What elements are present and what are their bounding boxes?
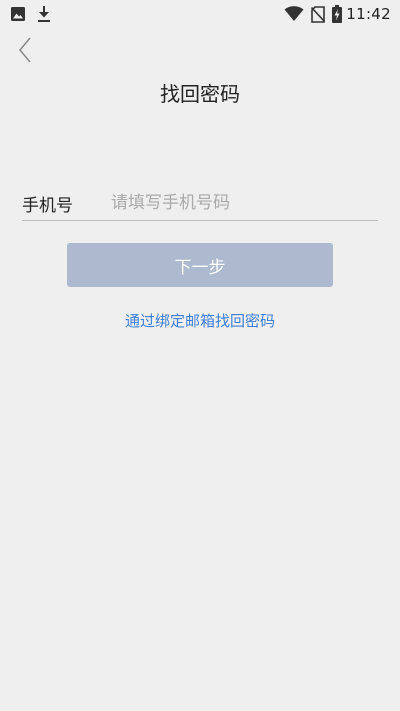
status-bar-right: 11:42 bbox=[284, 0, 391, 28]
chevron-left-icon bbox=[18, 37, 32, 67]
email-recovery-link[interactable]: 通过绑定邮箱找回密码 bbox=[0, 310, 400, 331]
status-bar-left bbox=[10, 0, 52, 28]
download-icon bbox=[36, 5, 52, 23]
back-button[interactable] bbox=[12, 37, 38, 67]
image-icon bbox=[10, 6, 26, 22]
no-sim-icon bbox=[311, 5, 326, 23]
phone-field-row: 手机号 bbox=[22, 186, 378, 221]
phone-label: 手机号 bbox=[22, 195, 73, 216]
wifi-icon bbox=[284, 6, 304, 22]
phone-input[interactable] bbox=[111, 188, 378, 218]
status-time: 11:42 bbox=[346, 5, 391, 23]
page-title: 找回密码 bbox=[160, 82, 240, 106]
status-bar: 11:42 bbox=[0, 0, 400, 28]
next-step-button[interactable]: 下一步 bbox=[67, 243, 333, 287]
battery-charging-icon bbox=[332, 5, 343, 23]
